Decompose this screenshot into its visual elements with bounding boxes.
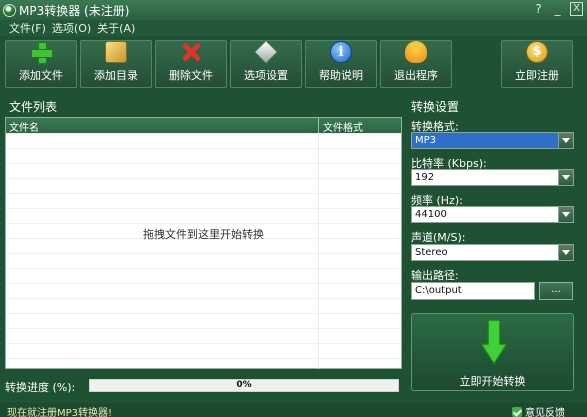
progress-bar: 0% [89, 379, 399, 392]
running-person-icon [405, 41, 427, 63]
delete-x-icon [180, 41, 202, 63]
add-directory-label: 添加目录 [94, 69, 138, 82]
window-controls: ? _ X [532, 2, 583, 16]
exit-program-label: 退出程序 [394, 69, 438, 82]
window-title: MP3转换器 (未注册) [19, 3, 130, 18]
add-file-button[interactable]: 添加文件 [5, 40, 77, 88]
delete-file-button[interactable]: 删除文件 [155, 40, 227, 88]
column-divider [318, 118, 319, 133]
status-bar: 现在就注册MP3转换器! 意见反馈 [0, 403, 587, 417]
file-list-header: 文件名 文件格式 [6, 118, 401, 134]
feedback-label: 意见反馈 [525, 408, 565, 417]
close-button[interactable]: X [570, 2, 583, 16]
check-icon [512, 406, 522, 417]
browse-button[interactable]: ... [539, 282, 573, 300]
register-button[interactable]: $ 立即注册 [501, 40, 573, 88]
output-path-field[interactable]: C:\output [411, 282, 535, 300]
feedback-link[interactable]: 意见反馈 [512, 404, 565, 417]
start-convert-button[interactable]: 立即开始转换 [411, 313, 574, 391]
progress-label: 转换进度 (%): [5, 381, 76, 394]
add-file-label: 添加文件 [19, 69, 63, 82]
output-path-label: 输出路径: [411, 269, 459, 282]
bitrate-value: 192 [415, 172, 435, 183]
exit-program-button[interactable]: 退出程序 [380, 40, 452, 88]
channel-value: Stereo [415, 247, 448, 258]
settings-title: 转换设置 [411, 100, 460, 114]
delete-file-label: 删除文件 [169, 69, 213, 82]
chevron-down-icon[interactable] [558, 133, 573, 148]
file-list[interactable]: 文件名 文件格式 拖拽文件到这里开始转换 [5, 117, 402, 369]
options-button[interactable]: 选项设置 [230, 40, 302, 88]
format-select[interactable]: MP3 [411, 132, 574, 149]
bitrate-select[interactable]: 192 [411, 169, 574, 186]
file-list-title: 文件列表 [9, 100, 58, 114]
app-logo-icon [3, 3, 16, 17]
channel-label: 声道(M/S): [411, 231, 466, 244]
chevron-down-icon[interactable] [558, 170, 573, 185]
format-value: MP3 [415, 135, 437, 146]
options-label: 选项设置 [244, 69, 288, 82]
cube-icon [254, 40, 278, 64]
column-header-format[interactable]: 文件格式 [323, 119, 363, 134]
coin-icon: $ [526, 41, 548, 63]
menu-options[interactable]: 选项(O) [52, 20, 91, 36]
start-convert-label: 立即开始转换 [459, 375, 526, 388]
help-button[interactable]: ? [532, 2, 545, 16]
folder-icon [105, 41, 127, 63]
file-list-column-line [318, 133, 319, 369]
chevron-down-icon[interactable] [558, 245, 573, 260]
frequency-value: 44100 [415, 209, 447, 220]
drop-hint: 拖拽文件到这里开始转换 [143, 228, 264, 241]
minimize-button[interactable]: _ [551, 2, 564, 16]
info-icon: i [330, 41, 352, 63]
plus-icon [30, 41, 53, 64]
toolbar: 添加文件 添加目录 删除文件 选项设置 i 帮助说明 退出程序 $ 立即注册 [0, 40, 587, 88]
help-manual-label: 帮助说明 [319, 69, 363, 82]
file-list-rows [6, 133, 401, 369]
help-manual-button[interactable]: i 帮助说明 [305, 40, 377, 88]
channel-select[interactable]: Stereo [411, 244, 574, 261]
column-header-filename[interactable]: 文件名 [9, 119, 39, 134]
menu-file[interactable]: 文件(F) [9, 20, 46, 36]
title-bar: MP3转换器 (未注册) ? _ X [0, 0, 587, 20]
progress-value: 0% [236, 380, 252, 390]
chevron-down-icon[interactable] [558, 207, 573, 222]
status-message[interactable]: 现在就注册MP3转换器! [7, 404, 112, 417]
add-directory-button[interactable]: 添加目录 [80, 40, 152, 88]
frequency-select[interactable]: 44100 [411, 206, 574, 223]
down-arrow-icon [479, 319, 509, 366]
menu-about[interactable]: 关于(A) [97, 20, 135, 36]
register-label: 立即注册 [515, 69, 559, 82]
menu-bar: 文件(F) 选项(O) 关于(A) [0, 20, 587, 36]
